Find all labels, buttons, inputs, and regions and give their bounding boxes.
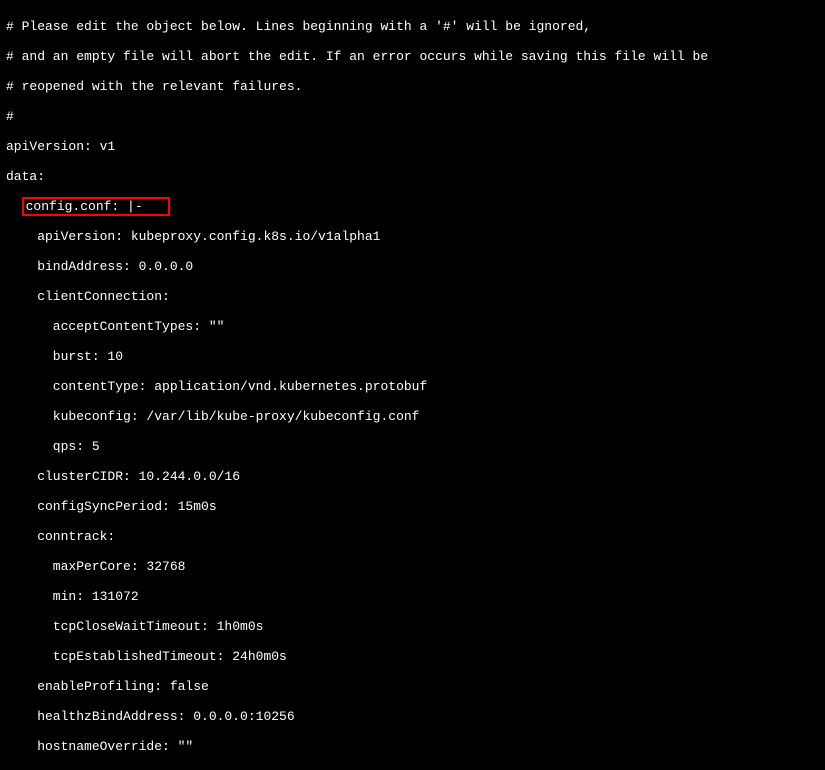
yaml-line: hostnameOverride: "" (6, 739, 825, 754)
yaml-line: tcpCloseWaitTimeout: 1h0m0s (6, 619, 825, 634)
yaml-line: burst: 10 (6, 349, 825, 364)
yaml-line: conntrack: (6, 529, 825, 544)
yaml-line: configSyncPeriod: 15m0s (6, 499, 825, 514)
yaml-line: maxPerCore: 32768 (6, 559, 825, 574)
yaml-line: tcpEstablishedTimeout: 24h0m0s (6, 649, 825, 664)
yaml-line: qps: 5 (6, 439, 825, 454)
comment-line: # Please edit the object below. Lines be… (6, 19, 825, 34)
yaml-line: healthzBindAddress: 0.0.0.0:10256 (6, 709, 825, 724)
comment-line: # (6, 109, 825, 124)
yaml-line-highlighted: config.conf: |- (6, 199, 825, 214)
yaml-line: clientConnection: (6, 289, 825, 304)
yaml-line: acceptContentTypes: "" (6, 319, 825, 334)
terminal-editor[interactable]: # Please edit the object below. Lines be… (0, 0, 825, 770)
comment-line: # reopened with the relevant failures. (6, 79, 825, 94)
yaml-line: enableProfiling: false (6, 679, 825, 694)
yaml-line: apiVersion: kubeproxy.config.k8s.io/v1al… (6, 229, 825, 244)
highlight-box-config-conf: config.conf: |- (22, 197, 170, 216)
comment-line: # and an empty file will abort the edit.… (6, 49, 825, 64)
yaml-line: min: 131072 (6, 589, 825, 604)
yaml-line: apiVersion: v1 (6, 139, 825, 154)
indent (6, 199, 22, 214)
yaml-line: contentType: application/vnd.kubernetes.… (6, 379, 825, 394)
yaml-line: kubeconfig: /var/lib/kube-proxy/kubeconf… (6, 409, 825, 424)
yaml-line: bindAddress: 0.0.0.0 (6, 259, 825, 274)
yaml-line: clusterCIDR: 10.244.0.0/16 (6, 469, 825, 484)
yaml-line: data: (6, 169, 825, 184)
